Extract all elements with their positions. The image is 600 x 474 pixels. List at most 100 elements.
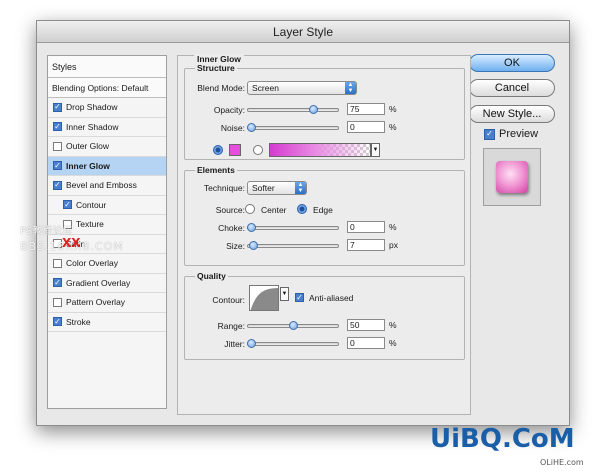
dialog-title: Layer Style: [37, 21, 569, 43]
style-item-label: Contour: [76, 199, 107, 210]
style-item-label: Outer Glow: [66, 141, 109, 152]
style-item-color-overlay[interactable]: Color Overlay: [48, 254, 166, 274]
jitter-label: Jitter:: [224, 339, 245, 349]
anti-aliased-checkbox[interactable]: ✓: [295, 293, 304, 302]
new-style-button[interactable]: New Style...: [469, 105, 555, 123]
style-item-stroke[interactable]: ✓ Stroke: [48, 313, 166, 332]
elements-group: Elements Technique: Softer ▲ ▼ Source: Ce…: [184, 165, 465, 266]
style-checkbox[interactable]: [53, 297, 62, 307]
range-input[interactable]: 50: [347, 319, 385, 331]
solid-color-radio[interactable]: [213, 145, 223, 155]
noise-input[interactable]: 0: [347, 121, 385, 133]
uibq-watermark: UiBQ.CoM: [430, 424, 575, 454]
preview-swatch: [496, 161, 528, 193]
jitter-slider-thumb[interactable]: [247, 339, 256, 348]
blending-options-item[interactable]: Blending Options: Default: [48, 78, 166, 98]
elements-title: Elements: [195, 165, 237, 175]
style-item-texture[interactable]: Texture: [48, 215, 166, 235]
style-item-bevel-and-emboss[interactable]: ✓ Bevel and Emboss: [48, 176, 166, 196]
size-slider-thumb[interactable]: [249, 241, 259, 250]
opacity-input[interactable]: 75: [347, 103, 385, 115]
style-item-pattern-overlay[interactable]: Pattern Overlay: [48, 293, 166, 313]
style-item-label: Color Overlay: [66, 258, 118, 269]
ok-button[interactable]: OK: [469, 54, 555, 72]
opacity-unit: %: [389, 104, 397, 114]
style-item-label: Satin: [66, 238, 86, 249]
select-arrows-icon: ▲ ▼: [345, 82, 356, 94]
size-unit: px: [389, 240, 398, 250]
glow-gradient-picker[interactable]: [269, 143, 371, 157]
style-checkbox[interactable]: ✓: [63, 200, 72, 210]
style-item-label: Stroke: [66, 316, 91, 327]
contour-dropdown-icon[interactable]: ▼: [280, 287, 289, 301]
style-checkbox[interactable]: [53, 258, 62, 268]
range-label: Range:: [217, 321, 245, 331]
gradient-radio[interactable]: [253, 145, 263, 155]
styles-header[interactable]: Styles: [48, 56, 166, 78]
contour-picker[interactable]: [249, 285, 279, 311]
style-item-label: Gradient Overlay: [66, 277, 131, 288]
source-edge-label: Edge: [313, 205, 333, 215]
blend-mode-select[interactable]: Screen ▲ ▼: [247, 81, 357, 95]
style-checkbox[interactable]: [53, 141, 62, 151]
style-checkbox[interactable]: ✓: [53, 161, 62, 171]
technique-select[interactable]: Softer ▲ ▼: [247, 181, 307, 195]
source-label: Source:: [215, 205, 245, 215]
style-checkbox[interactable]: ✓: [53, 102, 62, 112]
contour-label: Contour:: [212, 295, 245, 305]
jitter-slider[interactable]: [247, 342, 339, 346]
range-slider-thumb[interactable]: [288, 321, 298, 330]
quality-group: Quality Contour: ▼ ✓ Anti-aliased Range:…: [184, 271, 465, 360]
choke-label: Choke:: [218, 223, 245, 233]
range-unit: %: [389, 320, 397, 330]
choke-slider[interactable]: [247, 226, 339, 230]
noise-label: Noise:: [220, 123, 245, 133]
olihe-watermark: OLiHE.com: [540, 458, 584, 467]
source-edge-radio[interactable]: [297, 204, 307, 214]
preview-checkbox[interactable]: ✓: [484, 128, 495, 140]
style-checkbox[interactable]: ✓: [53, 317, 62, 327]
style-item-gradient-overlay[interactable]: ✓ Gradient Overlay: [48, 274, 166, 293]
style-checkbox[interactable]: ✓: [53, 180, 62, 190]
anti-aliased-label: Anti-aliased: [309, 293, 354, 303]
style-item-inner-glow[interactable]: ✓ Inner Glow: [48, 156, 166, 176]
opacity-slider-thumb[interactable]: [309, 105, 319, 114]
jitter-unit: %: [389, 338, 397, 348]
style-item-label: Bevel and Emboss: [66, 180, 137, 191]
opacity-label: Opacity:: [213, 105, 245, 115]
style-item-drop-shadow[interactable]: ✓ Drop Shadow: [48, 98, 166, 118]
style-checkbox[interactable]: ✓: [53, 122, 62, 132]
style-checkbox[interactable]: [53, 239, 62, 249]
preview-label: Preview: [499, 128, 539, 140]
gradient-dropdown-icon[interactable]: ▼: [371, 143, 380, 157]
style-item-label: Inner Shadow: [66, 121, 119, 132]
select-arrows-icon: ▲ ▼: [295, 182, 306, 194]
style-item-contour[interactable]: ✓ Contour: [48, 196, 166, 215]
style-item-outer-glow[interactable]: Outer Glow: [48, 137, 166, 157]
jitter-input[interactable]: 0: [347, 337, 385, 349]
choke-unit: %: [389, 222, 397, 232]
contour-curve-icon: [250, 288, 278, 310]
cancel-button[interactable]: Cancel: [469, 79, 555, 97]
preview-toggle[interactable]: ✓ Preview: [484, 128, 538, 140]
size-slider[interactable]: [247, 244, 339, 248]
structure-title: Structure: [195, 63, 237, 73]
style-item-satin[interactable]: Satin: [48, 235, 166, 254]
source-center-radio[interactable]: [245, 204, 255, 214]
style-item-label: Inner Glow: [66, 160, 110, 171]
glow-color-swatch[interactable]: [229, 144, 241, 156]
size-input[interactable]: 7: [347, 239, 385, 251]
style-item-inner-shadow[interactable]: ✓ Inner Shadow: [48, 118, 166, 137]
noise-unit: %: [389, 122, 397, 132]
styles-list: Styles Blending Options: Default ✓ Drop S…: [47, 55, 167, 409]
layer-style-dialog: Layer Style Styles Blending Options: Def…: [36, 20, 570, 426]
choke-input[interactable]: 0: [347, 221, 385, 233]
technique-label: Technique:: [203, 183, 245, 193]
style-checkbox[interactable]: [63, 219, 72, 229]
style-checkbox[interactable]: ✓: [53, 278, 62, 288]
technique-value: Softer: [252, 183, 275, 193]
noise-slider-thumb[interactable]: [247, 123, 256, 132]
choke-slider-thumb[interactable]: [247, 223, 256, 232]
opacity-slider[interactable]: [247, 108, 339, 112]
noise-slider[interactable]: [247, 126, 339, 130]
